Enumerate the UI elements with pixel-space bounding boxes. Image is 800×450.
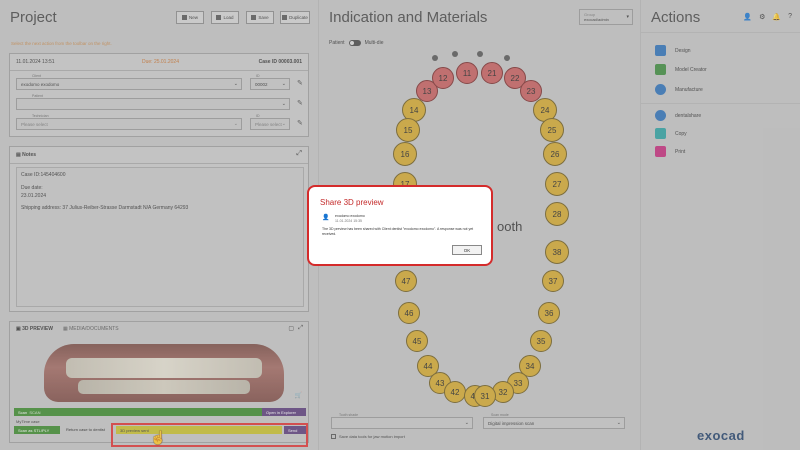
- dialog-user: exodomo exodomo: [335, 214, 365, 218]
- dialog-message: The 3D preview has been shared with Clie…: [322, 227, 474, 236]
- dialog-title: Share 3D preview: [320, 198, 384, 207]
- ok-button[interactable]: OK: [452, 245, 482, 255]
- share-preview-dialog: Share 3D preview 👤 exodomo exodomo 11.01…: [307, 185, 493, 266]
- user-icon: 👤: [322, 215, 330, 221]
- dialog-time: 11.01.2024 15:35: [335, 219, 362, 223]
